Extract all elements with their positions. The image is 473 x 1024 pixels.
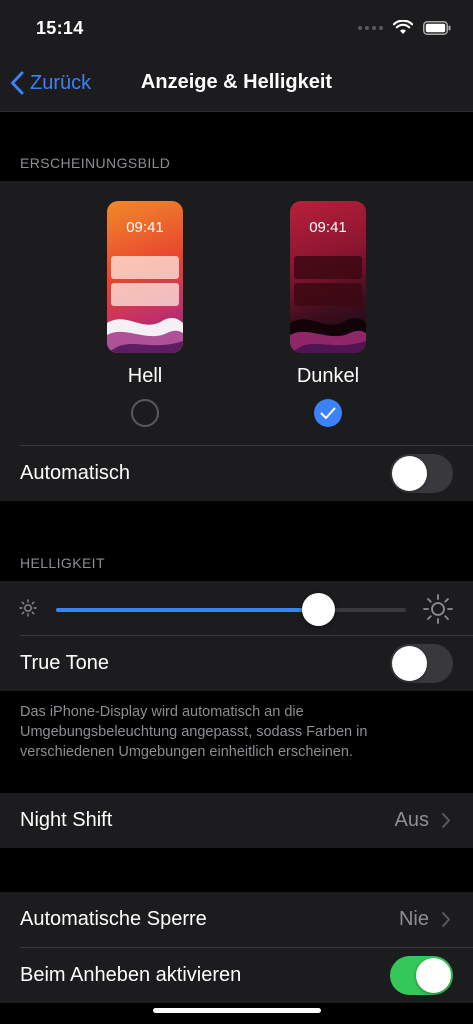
status-bar: 15:14 <box>0 0 473 56</box>
night-shift-value: Aus <box>394 809 429 831</box>
brightness-slider-thumb[interactable] <box>302 593 335 626</box>
dark-mode-preview[interactable]: 09:41 <box>290 201 366 353</box>
brightness-high-icon <box>423 594 453 624</box>
home-indicator <box>153 1008 321 1013</box>
dark-preview-notification <box>294 256 362 279</box>
chevron-right-icon <box>442 813 450 828</box>
true-tone-label: True Tone <box>20 652 109 674</box>
nav-bar: Zurück Anzeige & Helligkeit <box>0 56 473 112</box>
light-mode-label: Hell <box>127 365 163 387</box>
automatic-appearance-toggle[interactable] <box>390 454 453 493</box>
auto-lock-value: Nie <box>398 908 429 930</box>
brightness-low-icon <box>19 599 37 617</box>
raise-to-wake-toggle[interactable] <box>390 956 453 995</box>
brightness-group: True Tone <box>0 581 473 691</box>
raise-to-wake-label: Beim Anheben aktivieren <box>20 964 242 986</box>
true-tone-footnote: Das iPhone-Display wird automatisch an d… <box>20 704 368 760</box>
wifi-icon <box>393 20 413 34</box>
battery-icon <box>423 20 451 35</box>
automatic-appearance-label: Automatisch <box>20 462 131 484</box>
page-title: Anzeige & Helligkeit <box>140 71 333 93</box>
dark-mode-label: Dunkel <box>296 365 360 387</box>
auto-lock-row[interactable]: Automatische Sperre Nie <box>0 892 473 947</box>
status-time: 15:14 <box>36 18 84 38</box>
automatic-appearance-row: Automatisch <box>0 446 473 501</box>
appearance-group: 09:41 Hell 09:41 Dunkel Automatisch <box>0 181 473 501</box>
dark-preview-time: 09:41 <box>309 219 347 236</box>
light-preview-time: 09:41 <box>126 219 164 236</box>
light-preview-wallpaper <box>107 317 183 353</box>
dark-preview-wallpaper <box>290 317 366 353</box>
dark-mode-radio[interactable] <box>314 399 342 427</box>
signal-icon <box>358 25 383 30</box>
section-header-appearance: ERSCHEINUNGSBILD <box>20 155 171 171</box>
status-icons <box>358 20 451 35</box>
night-shift-row[interactable]: Night Shift Aus <box>0 793 473 848</box>
auto-lock-label: Automatische Sperre <box>20 908 207 930</box>
light-mode-radio[interactable] <box>131 399 159 427</box>
checkmark-icon <box>320 407 336 419</box>
raise-to-wake-row: Beim Anheben aktivieren <box>0 948 473 1003</box>
night-shift-label: Night Shift <box>20 809 113 831</box>
light-preview-notification <box>111 256 179 279</box>
brightness-slider-fill <box>56 608 319 612</box>
chevron-right-icon <box>442 912 450 927</box>
brightness-slider[interactable] <box>56 593 406 626</box>
true-tone-toggle[interactable] <box>390 644 453 683</box>
lock-group: Automatische Sperre Nie Beim Anheben akt… <box>0 892 473 1003</box>
light-mode-preview[interactable]: 09:41 <box>107 201 183 353</box>
section-header-brightness: HELLIGKEIT <box>20 555 105 571</box>
true-tone-row: True Tone <box>0 636 473 691</box>
